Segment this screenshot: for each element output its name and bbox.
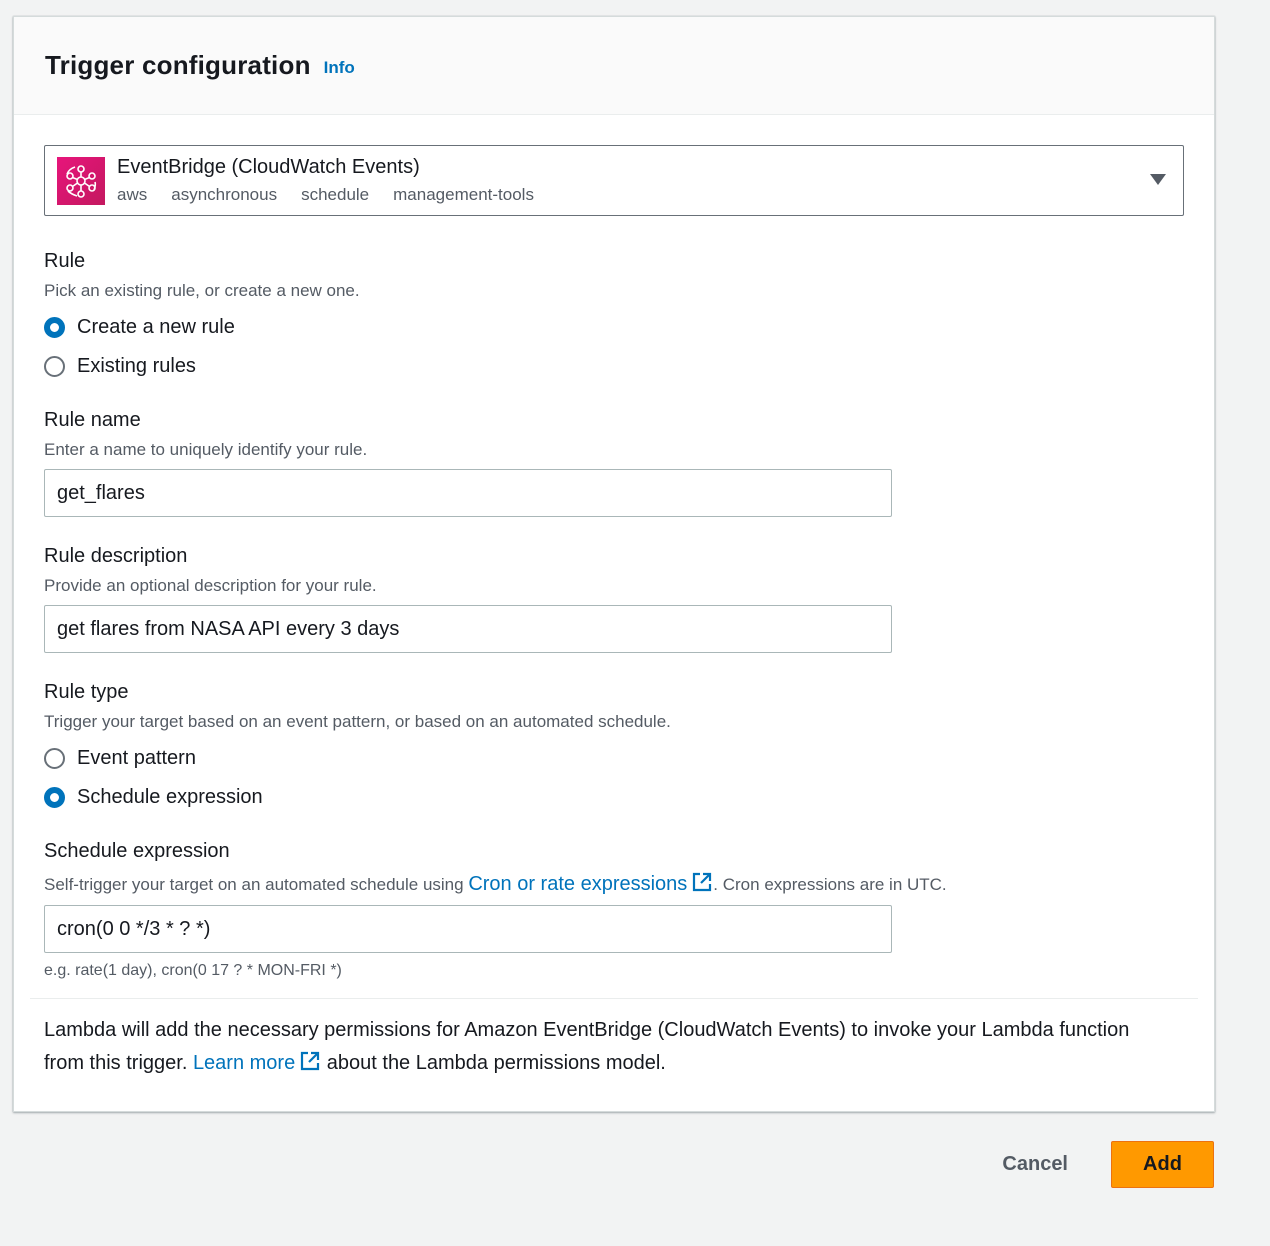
- caret-down-icon: [1150, 174, 1166, 185]
- learn-more-link[interactable]: Learn more: [193, 1052, 295, 1074]
- rule-name-field: Rule name Enter a name to uniquely ident…: [44, 409, 1184, 517]
- schedule-desc-suffix: . Cron expressions are in UTC.: [713, 875, 947, 894]
- panel-body: EventBridge (CloudWatch Events) aws asyn…: [14, 115, 1214, 1080]
- rule-label: Rule: [44, 250, 86, 272]
- tag: management-tools: [393, 185, 534, 204]
- tag: asynchronous: [171, 185, 278, 204]
- radio-event-pattern[interactable]: Event pattern: [44, 745, 1184, 771]
- trigger-source-select[interactable]: EventBridge (CloudWatch Events) aws asyn…: [44, 145, 1184, 216]
- info-link[interactable]: Info: [324, 58, 355, 78]
- rule-description-text: Pick an existing rule, or create a new o…: [44, 281, 360, 300]
- schedule-expression-field: Schedule expression Self-trigger your ta…: [44, 840, 1184, 980]
- cron-expressions-link[interactable]: Cron or rate expressions: [468, 873, 687, 895]
- trigger-tags: aws asynchronous schedule management-too…: [117, 185, 534, 205]
- radio-button-selected[interactable]: [44, 786, 65, 808]
- rule-type-description: Trigger your target based on an event pa…: [44, 712, 671, 731]
- rule-description-field: Rule description Provide an optional des…: [44, 545, 1184, 653]
- tag: aws: [117, 185, 148, 204]
- divider: [30, 998, 1198, 999]
- page-title: Trigger configuration: [45, 50, 311, 80]
- rule-name-label: Rule name: [44, 409, 141, 431]
- schedule-expression-description: Self-trigger your target on an automated…: [44, 871, 1184, 896]
- add-button[interactable]: Add: [1111, 1141, 1214, 1188]
- radio-label: Schedule expression: [77, 785, 263, 808]
- radio-existing-rules[interactable]: Existing rules: [44, 353, 1184, 379]
- radio-schedule-expression[interactable]: Schedule expression: [44, 784, 1184, 810]
- schedule-expression-input[interactable]: cron(0 0 */3 * ? *): [44, 905, 892, 953]
- permissions-text-suffix: about the Lambda permissions model.: [321, 1052, 666, 1074]
- rule-description-input[interactable]: get flares from NASA API every 3 days: [44, 605, 892, 653]
- eventbridge-icon: [57, 156, 105, 205]
- radio-button-selected[interactable]: [44, 316, 65, 338]
- radio-create-new-rule[interactable]: Create a new rule: [44, 314, 1184, 340]
- schedule-desc-prefix: Self-trigger your target on an automated…: [44, 875, 469, 894]
- external-link-icon[interactable]: [299, 1050, 321, 1072]
- external-link-icon[interactable]: [691, 871, 713, 893]
- footer-actions: Cancel Add: [1002, 1141, 1214, 1188]
- schedule-expression-hint: e.g. rate(1 day), cron(0 17 ? * MON-FRI …: [44, 962, 342, 979]
- radio-label: Event pattern: [77, 746, 196, 769]
- rule-type-label: Rule type: [44, 681, 129, 703]
- rule-description-label: Rule description: [44, 545, 188, 567]
- schedule-expression-label: Schedule expression: [44, 840, 230, 862]
- panel-header: Trigger configuration Info: [14, 17, 1214, 115]
- rule-name-input[interactable]: get_flares: [44, 469, 892, 517]
- rule-name-description: Enter a name to uniquely identify your r…: [44, 440, 368, 459]
- trigger-service-name: EventBridge (CloudWatch Events): [117, 156, 420, 178]
- trigger-select-content: EventBridge (CloudWatch Events) aws asyn…: [117, 156, 534, 205]
- radio-button[interactable]: [44, 355, 65, 377]
- tag: schedule: [301, 185, 370, 204]
- radio-label: Create a new rule: [77, 315, 235, 338]
- cancel-button[interactable]: Cancel: [1002, 1153, 1068, 1176]
- permissions-note: Lambda will add the necessary permission…: [44, 1014, 1154, 1080]
- rule-description-help: Provide an optional description for your…: [44, 576, 377, 595]
- rule-field: Rule Pick an existing rule, or create a …: [44, 250, 1184, 379]
- trigger-configuration-panel: Trigger configuration Info EventBridge (…: [13, 16, 1215, 1112]
- radio-label: Existing rules: [77, 354, 196, 377]
- radio-button[interactable]: [44, 747, 65, 769]
- rule-type-field: Rule type Trigger your target based on a…: [44, 681, 1184, 810]
